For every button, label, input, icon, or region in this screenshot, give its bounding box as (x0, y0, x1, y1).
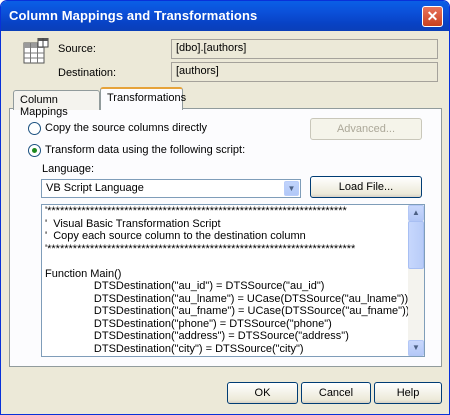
language-label: Language: (42, 163, 94, 175)
destination-field: [authors] (171, 62, 438, 82)
ok-button[interactable]: OK (227, 382, 298, 404)
script-editor[interactable]: '***************************************… (41, 204, 425, 357)
vertical-scrollbar[interactable]: ▲ ▼ (408, 205, 424, 356)
language-select[interactable]: VB Script Language ▼ (41, 179, 301, 198)
close-button[interactable]: ✕ (422, 6, 443, 27)
load-file-button[interactable]: Load File... (310, 176, 422, 198)
transform-script-label[interactable]: Transform data using the following scrip… (45, 144, 245, 156)
source-field: [dbo].[authors] (171, 39, 438, 59)
window-title: Column Mappings and Transformations (9, 8, 258, 23)
dialog-window: Column Mappings and Transformations ✕ So… (0, 0, 450, 415)
language-select-value: VB Script Language (46, 182, 144, 194)
chevron-down-icon[interactable]: ▼ (284, 181, 299, 196)
tab-column-mappings[interactable]: Column Mappings (13, 90, 100, 118)
copy-directly-radio[interactable] (28, 122, 41, 135)
table-icon (23, 38, 49, 64)
scroll-thumb[interactable] (408, 221, 424, 269)
copy-directly-label[interactable]: Copy the source columns directly (45, 122, 207, 134)
advanced-button[interactable]: Advanced... (310, 118, 422, 140)
help-button[interactable]: Help (374, 382, 442, 404)
scroll-up-icon[interactable]: ▲ (408, 205, 424, 221)
transform-script-radio[interactable] (28, 144, 41, 157)
script-text[interactable]: '***************************************… (45, 205, 409, 355)
cancel-button[interactable]: Cancel (301, 382, 371, 404)
tab-transformations[interactable]: Transformations (100, 87, 186, 110)
title-bar[interactable]: Column Mappings and Transformations ✕ (1, 1, 449, 31)
destination-label: Destination: (58, 67, 117, 79)
scroll-down-icon[interactable]: ▼ (408, 340, 424, 356)
source-label: Source: (58, 43, 96, 55)
